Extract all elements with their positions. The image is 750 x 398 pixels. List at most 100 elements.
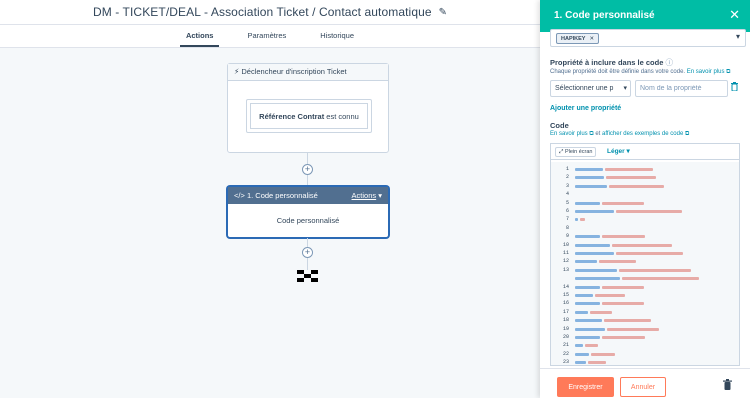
code-token [575, 327, 605, 331]
custom-code-action-card[interactable]: </> 1. Code personnalisé Actions ▾ Code … [227, 186, 389, 238]
line-number: 19 [562, 325, 569, 332]
add-action-plus-icon[interactable]: + [302, 164, 313, 175]
secret-chip-label: HAPIKEY [561, 36, 586, 42]
line-number: 2 [565, 174, 569, 181]
trigger-condition-property: Référence Contrat [259, 112, 325, 121]
code-line: 21 [551, 342, 739, 349]
code-line: 2 [551, 174, 739, 181]
enrollment-trigger-card[interactable]: ⚡︎ Déclencheur d'inscription Ticket Réfé… [227, 63, 389, 153]
learn-more-link[interactable]: En savoir plus [687, 69, 725, 75]
add-action-plus-icon[interactable]: + [302, 247, 313, 258]
line-number: 3 [565, 182, 569, 189]
chevron-down-icon: ▾ [735, 32, 740, 41]
code-token [616, 252, 683, 255]
secret-select[interactable]: HAPIKEY ✕ ▾ [550, 29, 746, 47]
code-line: 19 [551, 326, 739, 333]
code-line: 6 [551, 208, 739, 215]
code-line [551, 275, 739, 282]
line-number: 8 [565, 224, 569, 231]
cancel-button[interactable]: Annuler [620, 377, 666, 397]
code-line: 10 [551, 242, 739, 249]
code-line: 13 [551, 267, 739, 274]
line-number: 22 [562, 350, 569, 357]
line-number: 11 [562, 250, 569, 256]
code-learn-more-link[interactable]: En savoir plus [550, 131, 588, 137]
action-body: Code personnalisé [276, 216, 340, 225]
code-token [575, 176, 604, 180]
expand-icon: ⤢ [559, 149, 564, 155]
properties-help: Chaque propriété doit être définie dans … [550, 69, 731, 75]
line-number: 17 [562, 308, 569, 315]
trash-icon[interactable] [723, 379, 732, 392]
code-line: 5 [551, 200, 739, 207]
theme-select[interactable]: Léger ▾ [607, 147, 630, 155]
line-number: 23 [562, 359, 569, 366]
pencil-icon[interactable]: ✎ [439, 7, 447, 18]
code-token [619, 268, 691, 272]
property-name-input[interactable] [635, 80, 728, 97]
property-select[interactable]: Sélectionner une p ▾ [550, 80, 631, 97]
trigger-title: Déclencheur d'inscription Ticket [241, 67, 347, 76]
fullscreen-button[interactable]: ⤢ Plein écran [555, 147, 597, 157]
line-number: 1 [565, 166, 569, 172]
code-token [575, 210, 614, 213]
code-token [585, 344, 598, 348]
code-line: 20 [551, 334, 739, 341]
code-token [602, 235, 645, 239]
remove-chip-icon[interactable]: ✕ [589, 36, 594, 42]
code-token [575, 184, 607, 188]
code-token [605, 168, 653, 171]
code-line: 16 [551, 300, 739, 307]
code-line: 1 [551, 166, 739, 173]
add-property-link[interactable]: Ajouter une propriété [550, 105, 621, 112]
line-number: 7 [565, 216, 569, 223]
action-title: 1. Code personnalisé [246, 191, 318, 200]
code-token [575, 285, 600, 289]
code-token [575, 243, 610, 247]
code-editor[interactable]: ⤢ Plein écran Léger ▾ 1 2 3 4 5 6 7 8 9 10 11 12 13 1… [550, 143, 740, 366]
code-examples-link[interactable]: afficher des exemples de code [602, 131, 683, 137]
line-number: 4 [565, 191, 569, 198]
line-number: 14 [562, 283, 569, 290]
trigger-condition[interactable]: Référence Contrat est connu [250, 103, 368, 129]
delete-property-icon[interactable] [731, 82, 738, 93]
code-token [575, 352, 589, 356]
code-token [575, 168, 603, 171]
external-link-icon: ⧉ [726, 69, 731, 75]
code-area[interactable]: 1 2 3 4 5 6 7 8 9 10 11 12 13 14 15 16 17 18 19 20 21 22 23 [551, 162, 739, 366]
trigger-condition-operator: est connu [324, 112, 359, 121]
external-link-icon: ⧉ [589, 131, 594, 137]
code-token [575, 361, 586, 365]
code-token [575, 218, 578, 222]
code-token [595, 294, 625, 297]
tab-historique[interactable]: Historique [314, 25, 360, 47]
properties-label: Propriété à inclure dans le code ⓘ [550, 58, 673, 67]
info-icon: ⓘ [665, 58, 673, 67]
tab-actions[interactable]: Actions [179, 25, 220, 47]
line-number: 10 [562, 241, 569, 248]
code-token [575, 302, 600, 306]
tab-parametres[interactable]: Paramètres [241, 25, 292, 47]
line-number: 21 [562, 342, 569, 349]
code-token [575, 235, 600, 239]
code-token [575, 319, 602, 323]
code-label: Code [550, 121, 569, 130]
panel-header: 1. Code personnalisé ✕ [540, 0, 750, 32]
close-icon[interactable]: ✕ [729, 7, 740, 23]
action-menu-link[interactable]: Actions [352, 191, 377, 200]
trigger-icon: ⚡︎ [234, 67, 240, 76]
chevron-down-icon: ▾ [623, 85, 627, 92]
code-token [602, 302, 644, 306]
save-button[interactable]: Enregistrer [557, 377, 614, 397]
workflow-header: DM - TICKET/DEAL - Association Ticket / … [0, 0, 540, 25]
secret-chip: HAPIKEY ✕ [556, 33, 600, 44]
caret-down-icon: ▾ [378, 191, 382, 200]
code-token [590, 310, 612, 314]
external-link-icon: ⧉ [684, 131, 690, 137]
code-line: 15 [551, 292, 739, 299]
property-select-value: Sélectionner une p [555, 85, 614, 92]
code-token [575, 336, 600, 339]
line-number: 20 [562, 334, 569, 340]
trigger-header: ⚡︎ Déclencheur d'inscription Ticket [228, 64, 388, 81]
code-line: 7 [551, 216, 739, 223]
